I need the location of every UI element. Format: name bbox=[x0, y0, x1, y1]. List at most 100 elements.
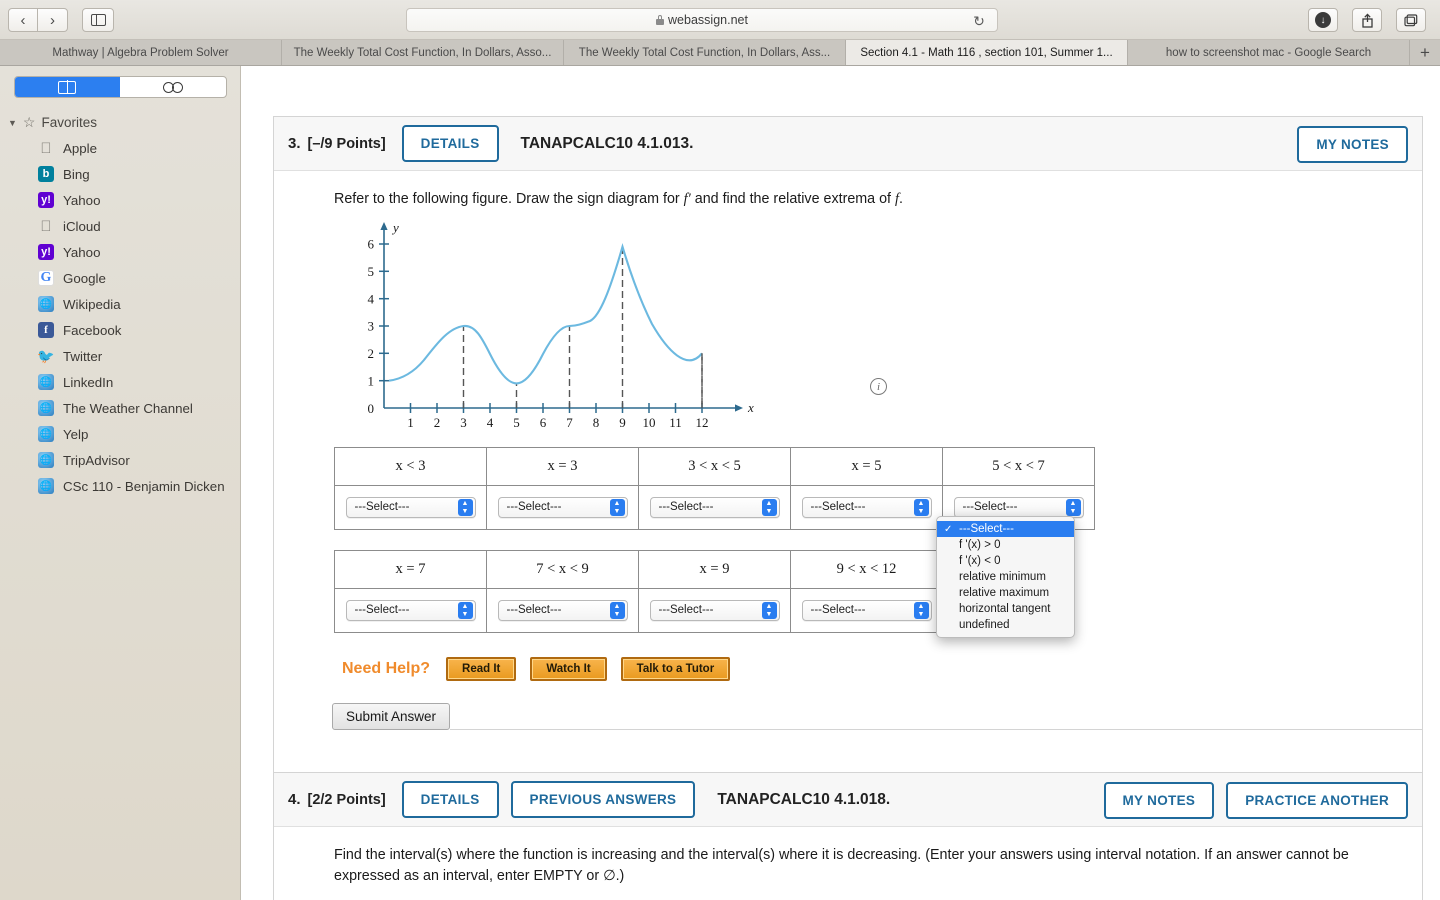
sidebar-item-apple[interactable]:  Apple bbox=[0, 135, 240, 161]
details-button[interactable]: DETAILS bbox=[401, 781, 499, 818]
sign-select-x-eq-3[interactable]: ---Select--- ▲ ▼ bbox=[497, 496, 628, 518]
interval-header: 3 < x < 5 bbox=[638, 446, 791, 486]
globe-icon: 🌐 bbox=[38, 400, 54, 416]
sidebar-item-label: CSc 110 - Benjamin Dicken bbox=[63, 478, 225, 494]
svg-text:0: 0 bbox=[368, 401, 375, 416]
info-icon[interactable]: i bbox=[870, 378, 887, 395]
sign-select-x-lt-3[interactable]: ---Select--- ▲ ▼ bbox=[345, 496, 476, 518]
dropdown-option-horizontal-tangent[interactable]: horizontal tangent bbox=[937, 601, 1074, 617]
my-notes-button[interactable]: MY NOTES bbox=[1103, 781, 1215, 819]
sidebar-item-bing[interactable]: b Bing bbox=[0, 161, 240, 187]
need-help-row: Need Help? Read It Watch It Talk to a Tu… bbox=[342, 656, 1422, 681]
submit-answer-button[interactable]: Submit Answer bbox=[332, 702, 451, 730]
browser-tab[interactable]: Mathway | Algebra Problem Solver bbox=[0, 40, 282, 65]
sidebar-item-label: Apple bbox=[63, 140, 98, 156]
submit-row: Submit Answer bbox=[332, 702, 1422, 730]
sidebar-mode-toggle[interactable] bbox=[13, 76, 227, 98]
prompt-end: . bbox=[899, 191, 903, 207]
sidebar-item-icloud[interactable]:  iCloud bbox=[0, 213, 240, 239]
select-dropdown-menu[interactable]: ✓ ---Select--- f '(x) > 0 f '(x) < 0 rel… bbox=[936, 516, 1075, 638]
y-axis-label: y bbox=[391, 220, 399, 235]
sign-select-5-to-7[interactable]: ---Select--- ▲ ▼ bbox=[953, 496, 1084, 518]
x-axis-arrow bbox=[735, 404, 743, 412]
select-value: ---Select--- bbox=[506, 604, 562, 617]
sign-select-7-to-9[interactable]: ---Select--- ▲ ▼ bbox=[497, 599, 628, 621]
chevron-updown-icon: ▲ ▼ bbox=[609, 499, 625, 517]
question-number: 3. bbox=[288, 135, 301, 152]
book-icon bbox=[58, 79, 77, 95]
sidebar-item-yelp[interactable]: 🌐 Yelp bbox=[0, 421, 240, 447]
globe-icon: 🌐 bbox=[38, 426, 54, 442]
reload-icon[interactable]: ↻ bbox=[971, 13, 987, 29]
talk-to-a-tutor-button[interactable]: Talk to a Tutor bbox=[620, 656, 731, 681]
new-tab-button[interactable]: + bbox=[1410, 40, 1440, 65]
sidebar-item-wikipedia[interactable]: 🌐 Wikipedia bbox=[0, 291, 240, 317]
question-3-header-actions: MY NOTES bbox=[1285, 117, 1408, 171]
browser-tab[interactable]: The Weekly Total Cost Function, In Dolla… bbox=[564, 40, 846, 65]
tab-overview-button[interactable] bbox=[1396, 8, 1426, 32]
table-header-row: x < 3 x = 3 3 < x < 5 x = 5 5 < x < 7 bbox=[334, 446, 1095, 486]
download-icon: ↓ bbox=[1315, 12, 1331, 28]
svg-text:4: 4 bbox=[487, 415, 494, 430]
reading-list-tab[interactable] bbox=[120, 77, 226, 97]
browser-tab[interactable]: The Weekly Total Cost Function, In Dolla… bbox=[282, 40, 564, 65]
sidebar-item-twitter[interactable]: 🐦 Twitter bbox=[0, 343, 240, 369]
sidebar-item-tripadvisor[interactable]: 🌐 TripAdvisor bbox=[0, 447, 240, 473]
question-3-prompt: Refer to the following figure. Draw the … bbox=[274, 189, 1422, 210]
dropdown-option-undefined[interactable]: undefined bbox=[937, 617, 1074, 633]
sidebar-item-yahoo[interactable]: y! Yahoo bbox=[0, 187, 240, 213]
back-button[interactable]: ‹ bbox=[8, 8, 38, 32]
favorites-section-header[interactable]: ▼ ☆ Favorites bbox=[8, 114, 240, 131]
sidebar-item-facebook[interactable]: f Facebook bbox=[0, 317, 240, 343]
dropdown-option-fprime-negative[interactable]: f '(x) < 0 bbox=[937, 553, 1074, 569]
question-3-block: 3. [–/9 Points] DETAILS TANAPCALC10 4.1.… bbox=[273, 116, 1423, 818]
sidebar-item-linkedin[interactable]: 🌐 LinkedIn bbox=[0, 369, 240, 395]
share-button[interactable] bbox=[1352, 8, 1382, 32]
svg-text:5: 5 bbox=[368, 264, 375, 279]
sidebar-item-weather-channel[interactable]: 🌐 The Weather Channel bbox=[0, 395, 240, 421]
forward-button[interactable]: › bbox=[38, 8, 68, 32]
sidebar-item-csc110[interactable]: 🌐 CSc 110 - Benjamin Dicken bbox=[0, 473, 240, 499]
read-it-button[interactable]: Read It bbox=[446, 656, 517, 681]
downloads-button[interactable]: ↓ bbox=[1308, 8, 1338, 32]
option-label: f '(x) < 0 bbox=[959, 555, 1001, 567]
svg-text:3: 3 bbox=[368, 318, 375, 333]
sign-select-3-to-5[interactable]: ---Select--- ▲ ▼ bbox=[649, 496, 780, 518]
tabs-icon bbox=[1404, 13, 1418, 26]
browser-tab[interactable]: how to screenshot mac - Google Search bbox=[1128, 40, 1410, 65]
details-button[interactable]: DETAILS bbox=[401, 125, 499, 162]
dropdown-option-relative-maximum[interactable]: relative maximum bbox=[937, 585, 1074, 601]
sign-select-x-eq-7[interactable]: ---Select--- ▲ ▼ bbox=[345, 599, 476, 621]
question-4-header: 4. [2/2 Points] DETAILS PREVIOUS ANSWERS… bbox=[274, 773, 1422, 827]
sign-select-x-eq-5[interactable]: ---Select--- ▲ ▼ bbox=[801, 496, 932, 518]
svg-text:5: 5 bbox=[513, 415, 520, 430]
sign-select-x-eq-9[interactable]: ---Select--- ▲ ▼ bbox=[649, 599, 780, 621]
lock-icon bbox=[656, 15, 665, 25]
sidebar-item-google[interactable]: G Google bbox=[0, 265, 240, 291]
sidebar-item-yahoo-2[interactable]: y! Yahoo bbox=[0, 239, 240, 265]
select-value: ---Select--- bbox=[658, 501, 714, 514]
dropdown-option-fprime-positive[interactable]: f '(x) > 0 bbox=[937, 537, 1074, 553]
sidebar-toggle-button[interactable] bbox=[82, 8, 114, 32]
dropdown-option-select[interactable]: ✓ ---Select--- bbox=[937, 521, 1074, 537]
table-select-row: ---Select--- ▲ ▼ ---Select--- ▲ ▼ ---Selec… bbox=[334, 587, 943, 633]
points-badge: [–/9 Points] bbox=[307, 135, 386, 152]
practice-another-button[interactable]: PRACTICE ANOTHER bbox=[1226, 781, 1408, 819]
select-value: ---Select--- bbox=[810, 501, 866, 514]
select-value: ---Select--- bbox=[810, 604, 866, 617]
question-4-block: 4. [2/2 Points] DETAILS PREVIOUS ANSWERS… bbox=[273, 772, 1423, 900]
bookmarks-tab[interactable] bbox=[14, 77, 120, 97]
watch-it-button[interactable]: Watch It bbox=[530, 656, 607, 681]
browser-tab-active[interactable]: Section 4.1 - Math 116 , section 101, Su… bbox=[846, 40, 1128, 65]
apple-icon:  bbox=[38, 218, 54, 235]
sign-select-9-to-12[interactable]: ---Select--- ▲ ▼ bbox=[801, 599, 932, 621]
previous-answers-button[interactable]: PREVIOUS ANSWERS bbox=[510, 781, 696, 818]
apple-icon:  bbox=[38, 140, 54, 157]
address-bar[interactable]: webassign.net ↻ bbox=[406, 8, 998, 32]
my-notes-button[interactable]: MY NOTES bbox=[1297, 125, 1408, 163]
select-cell: ---Select--- ▲ ▼ bbox=[638, 587, 791, 633]
toolbar-right-buttons: ↓ bbox=[1294, 8, 1426, 32]
dropdown-option-relative-minimum[interactable]: relative minimum bbox=[937, 569, 1074, 585]
chevron-updown-icon: ▲ ▼ bbox=[913, 499, 929, 517]
select-cell: ---Select--- ▲ ▼ bbox=[486, 484, 639, 530]
